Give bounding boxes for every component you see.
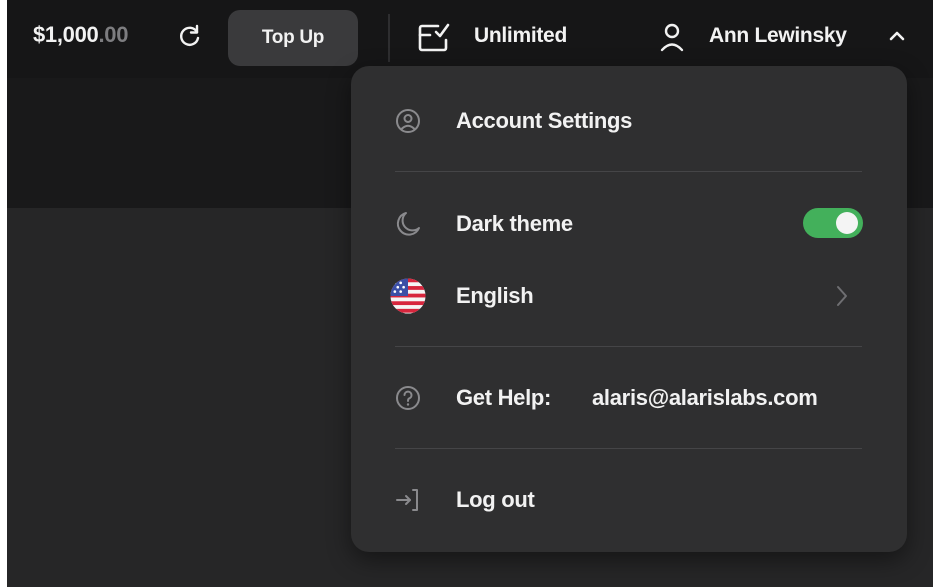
- language-label: English: [456, 283, 534, 308]
- menu-item-logout[interactable]: Log out: [351, 475, 907, 525]
- user-icon[interactable]: [660, 22, 684, 52]
- user-dropdown-menu: Account Settings Dark theme English Get …: [351, 66, 907, 552]
- menu-separator: [395, 346, 862, 347]
- top-up-button[interactable]: Top Up: [228, 10, 358, 66]
- account-settings-label: Account Settings: [456, 108, 633, 133]
- help-email-link[interactable]: alaris@alarislabs.com: [592, 385, 818, 411]
- menu-item-dark-theme[interactable]: Dark theme: [351, 199, 907, 249]
- menu-separator: [395, 171, 862, 172]
- chevron-right-icon: [837, 286, 847, 306]
- moon-icon: [396, 212, 420, 236]
- menu-item-language[interactable]: English: [351, 271, 907, 321]
- menu-item-get-help[interactable]: Get Help: alaris@alarislabs.com: [351, 373, 907, 423]
- header-divider: [388, 14, 390, 62]
- dark-theme-label: Dark theme: [456, 211, 573, 236]
- plan-icon: [418, 23, 450, 52]
- toggle-knob: [836, 212, 858, 234]
- menu-item-account-settings[interactable]: Account Settings: [351, 96, 907, 146]
- logout-icon: [396, 489, 418, 511]
- account-icon: [396, 109, 420, 133]
- dark-theme-toggle[interactable]: [803, 208, 863, 238]
- balance-main: $1,000: [33, 22, 99, 47]
- us-flag-icon: [390, 278, 426, 314]
- get-help-label: Get Help:: [456, 385, 552, 410]
- plan-label: Unlimited: [474, 24, 567, 47]
- chevron-up-icon[interactable]: [888, 30, 906, 42]
- balance-display: $1,000.00: [33, 22, 128, 48]
- logout-label: Log out: [456, 487, 535, 512]
- balance-cents: .00: [98, 22, 129, 47]
- refresh-icon[interactable]: [178, 24, 202, 48]
- menu-separator: [395, 448, 862, 449]
- left-edge: [0, 0, 7, 587]
- help-icon: [396, 386, 420, 410]
- user-name[interactable]: Ann Lewinsky: [709, 24, 847, 48]
